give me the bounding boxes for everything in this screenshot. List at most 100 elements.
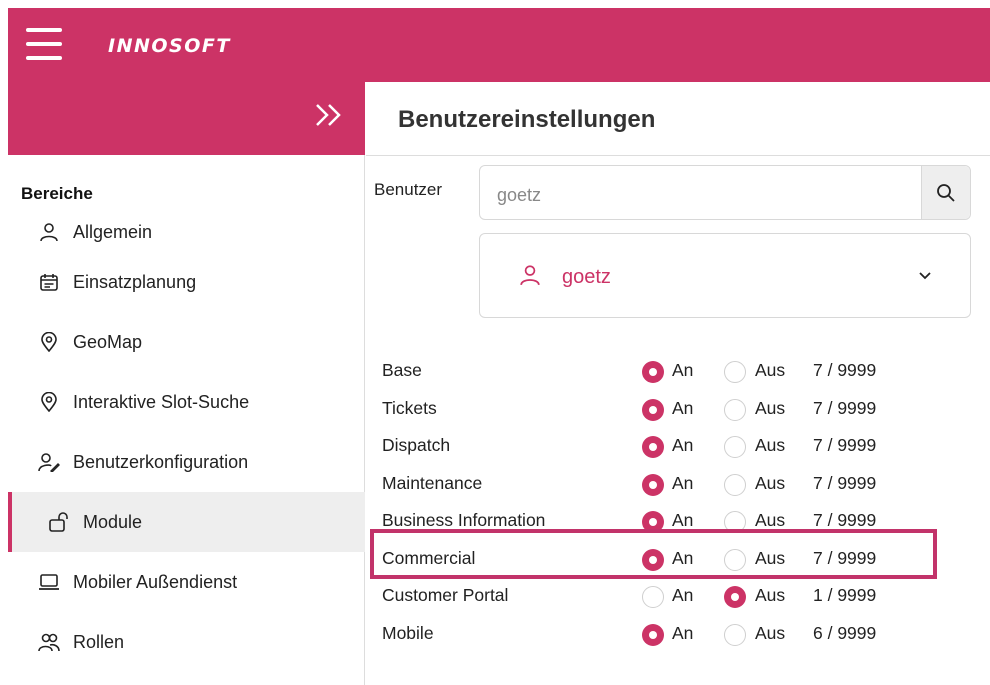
app-logo: INNOSOFT (108, 35, 231, 57)
laptop-icon (38, 571, 60, 593)
module-row: Business Information An Aus 7 / 9999 (382, 504, 942, 542)
sidebar-item-label: Benutzerkonfiguration (73, 451, 249, 472)
chevron-down-icon (918, 268, 932, 286)
user-search (479, 165, 971, 220)
sidebar-item-geomap[interactable]: GeoMap (8, 312, 365, 372)
radio-on[interactable] (642, 548, 664, 571)
sidebar-item-label: Interaktive Slot-Suche (73, 391, 250, 412)
off-label: Aus (755, 435, 786, 455)
on-label: An (672, 397, 694, 418)
expand-chevrons-icon[interactable] (311, 100, 347, 136)
license-count: 1 / 9999 (813, 585, 877, 605)
radio-off[interactable] (724, 548, 746, 571)
main-header: Benutzereinstellungen (366, 82, 990, 156)
sidebar-item-label: Einsatzplanung (73, 271, 197, 292)
people-icon (38, 631, 60, 653)
on-label: An (672, 585, 694, 605)
location-pin-icon (38, 391, 60, 413)
module-list: Base An Aus 7 / 9999 Tickets An Aus 7 / … (382, 354, 942, 654)
search-button[interactable] (921, 166, 970, 219)
radio-on[interactable] (642, 586, 664, 608)
module-name: Business Information (382, 510, 546, 530)
module-row: Maintenance An Aus 7 / 9999 (382, 467, 942, 505)
module-name: Commercial (382, 547, 476, 568)
off-label: Aus (755, 397, 786, 418)
on-label: An (672, 435, 694, 455)
license-count: 7 / 9999 (813, 360, 877, 380)
on-label: An (672, 622, 694, 643)
top-app-bar: INNOSOFT (8, 8, 990, 82)
off-label: Aus (755, 622, 786, 643)
selected-user-dropdown[interactable]: goetz (479, 233, 971, 318)
section-title: Bereiche (21, 184, 93, 203)
radio-off[interactable] (724, 436, 746, 458)
sidebar: Bereiche Allgemein Einsatzplanung GeoMap… (8, 82, 365, 685)
module-row: Base An Aus 7 / 9999 (382, 354, 942, 392)
sidebar-item-label: Rollen (73, 631, 125, 652)
license-count: 7 / 9999 (813, 397, 877, 418)
on-label: An (672, 510, 694, 530)
user-edit-icon (38, 451, 60, 473)
radio-off[interactable] (724, 361, 746, 383)
radio-on[interactable] (642, 436, 664, 458)
license-count: 7 / 9999 (813, 547, 877, 568)
sidebar-header (8, 82, 365, 155)
module-row: Dispatch An Aus 7 / 9999 (382, 429, 942, 467)
sidebar-item-label: Mobiler Außendienst (73, 571, 238, 592)
radio-off[interactable] (724, 473, 746, 496)
person-icon (519, 264, 541, 291)
on-label: An (672, 360, 694, 380)
module-name: Dispatch (382, 435, 451, 455)
module-name: Customer Portal (382, 585, 509, 605)
module-name: Maintenance (382, 472, 483, 493)
module-row: Customer Portal An Aus 1 / 9999 (382, 579, 942, 617)
license-count: 7 / 9999 (813, 472, 877, 493)
license-count: 6 / 9999 (813, 622, 877, 643)
radio-off[interactable] (724, 511, 746, 533)
radio-on[interactable] (642, 511, 664, 533)
sidebar-item-module[interactable]: Module (8, 492, 365, 552)
user-search-input[interactable] (480, 166, 921, 219)
unlock-icon (48, 511, 70, 533)
page-title: Benutzereinstellungen (398, 106, 656, 133)
radio-on[interactable] (642, 473, 664, 496)
on-label: An (672, 547, 694, 568)
module-name: Mobile (382, 622, 434, 643)
sidebar-item-rollen[interactable]: Rollen (8, 612, 365, 672)
off-label: Aus (755, 510, 786, 530)
module-row: Tickets An Aus 7 / 9999 (382, 392, 942, 430)
off-label: Aus (755, 360, 786, 380)
off-label: Aus (755, 547, 786, 568)
search-icon (937, 183, 955, 202)
sidebar-item-interaktive-slot-suche[interactable]: Interaktive Slot-Suche (8, 372, 365, 432)
radio-off[interactable] (724, 623, 746, 646)
radio-on[interactable] (642, 623, 664, 646)
module-row-commercial: Commercial An Aus 7 / 9999 (382, 542, 942, 580)
radio-off[interactable] (724, 586, 746, 608)
sidebar-item-label: Allgemein (73, 221, 153, 242)
module-name: Tickets (382, 397, 437, 418)
sidebar-item-label: Module (83, 511, 143, 532)
sidebar-item-mobiler-aussendienst[interactable]: Mobiler Außendienst (8, 552, 365, 612)
sidebar-item-label: GeoMap (73, 331, 143, 352)
off-label: Aus (755, 585, 786, 605)
license-count: 7 / 9999 (813, 435, 877, 455)
sidebar-item-allgemein[interactable]: Allgemein (8, 212, 365, 252)
radio-on[interactable] (642, 398, 664, 421)
module-row: Mobile An Aus 6 / 9999 (382, 617, 942, 655)
user-label: Benutzer (374, 180, 443, 199)
sidebar-nav: Allgemein Einsatzplanung GeoMap Interakt… (8, 212, 365, 672)
radio-on[interactable] (642, 361, 664, 383)
location-pin-icon (38, 331, 60, 353)
radio-off[interactable] (724, 398, 746, 421)
license-count: 7 / 9999 (813, 510, 877, 530)
off-label: Aus (755, 472, 786, 493)
selected-user-name: goetz (562, 266, 611, 288)
calendar-icon (38, 271, 60, 293)
module-name: Base (382, 360, 422, 380)
person-icon (38, 221, 60, 243)
sidebar-item-benutzerkonfiguration[interactable]: Benutzerkonfiguration (8, 432, 365, 492)
on-label: An (672, 472, 694, 493)
sidebar-item-einsatzplanung[interactable]: Einsatzplanung (8, 252, 365, 312)
hamburger-menu-icon[interactable] (26, 28, 62, 62)
